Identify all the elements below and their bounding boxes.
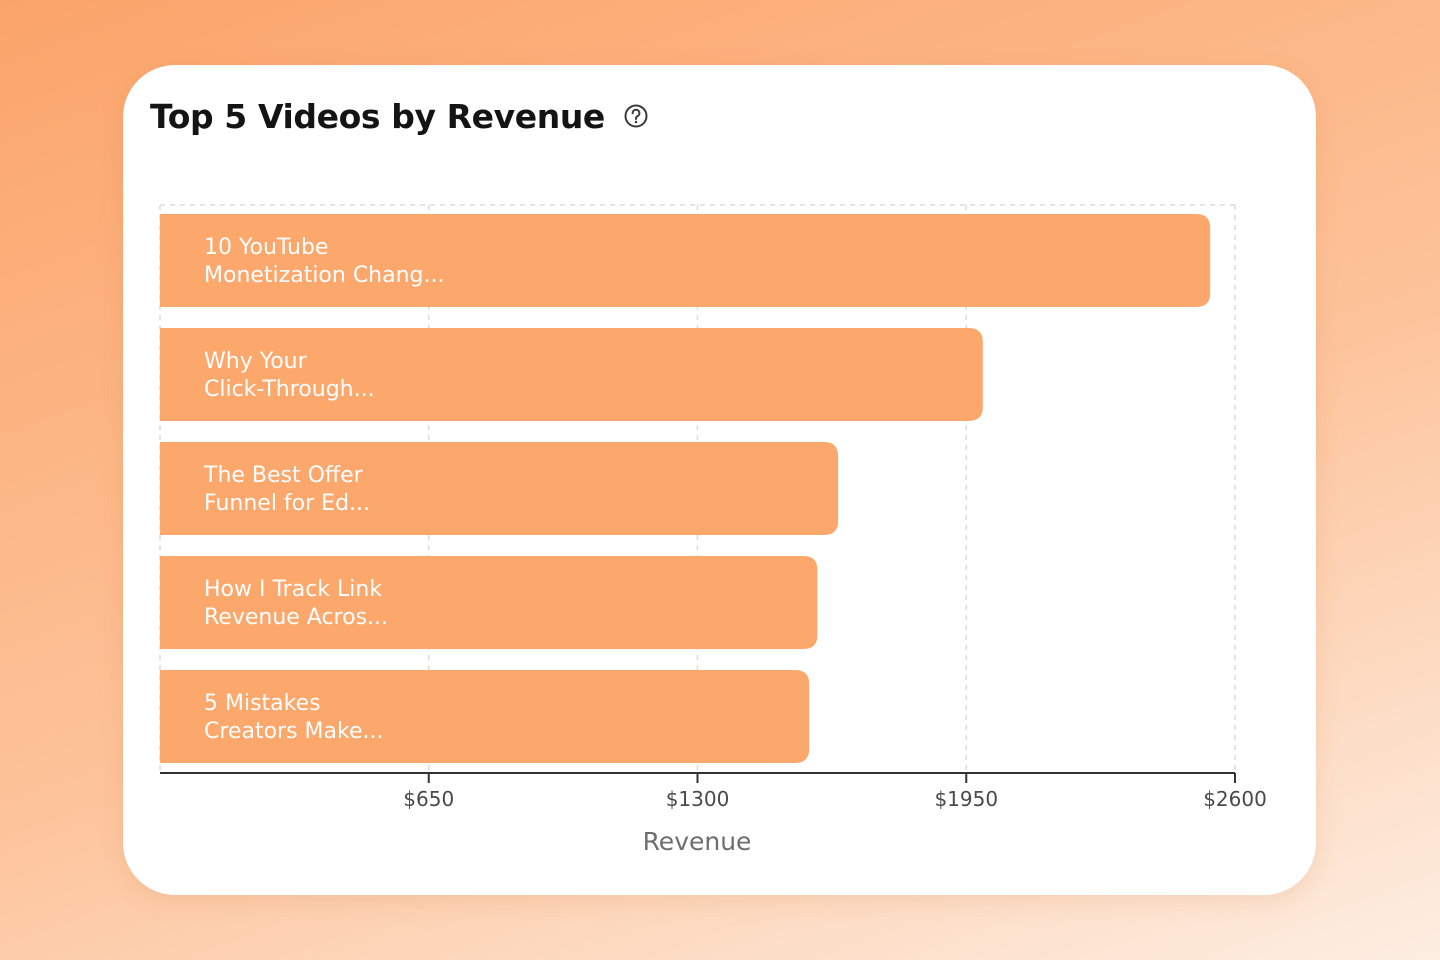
- bar-label-5-line-2: Creators Make...: [204, 719, 383, 744]
- bar-label-4-line-1: How I Track Link: [204, 577, 382, 602]
- x-axis: $650 $1300 $1950 $2600: [160, 772, 1267, 811]
- bar-2[interactable]: [160, 328, 983, 421]
- x-tick-label-2: $1950: [934, 787, 998, 811]
- bar-3[interactable]: [160, 442, 839, 535]
- bar-label-2-line-2: Click-Through...: [204, 377, 375, 402]
- bar-label-5-line-1: 5 Mistakes: [204, 691, 321, 716]
- bar-label-3-line-1: The Best Offer: [203, 463, 364, 488]
- bar-label-3-line-2: Funnel for Ed...: [204, 491, 370, 516]
- x-tick-label-1: $1300: [666, 787, 730, 811]
- bar-label-1-line-1: 10 YouTube: [204, 235, 328, 260]
- bar-5[interactable]: [160, 670, 810, 763]
- revenue-bar-chart: 10 YouTube Monetization Chang... Why Your C…: [159, 204, 1267, 856]
- x-axis-title: Revenue: [643, 827, 752, 856]
- bar-1[interactable]: [160, 214, 1211, 307]
- bar-label-4-line-2: Revenue Acros...: [204, 605, 388, 630]
- chart-bars: 10 YouTube Monetization Chang... Why Your C…: [160, 214, 1211, 763]
- x-tick-label-3: $2600: [1203, 787, 1267, 811]
- bar-4[interactable]: [160, 556, 818, 649]
- bar-label-1-line-2: Monetization Chang...: [204, 263, 445, 288]
- x-tick-label-0: $650: [403, 787, 454, 811]
- chart-card: Top 5 Videos by Revenue 10 YouTube Moneti…: [123, 65, 1316, 895]
- bar-label-2-line-1: Why Your: [204, 349, 308, 374]
